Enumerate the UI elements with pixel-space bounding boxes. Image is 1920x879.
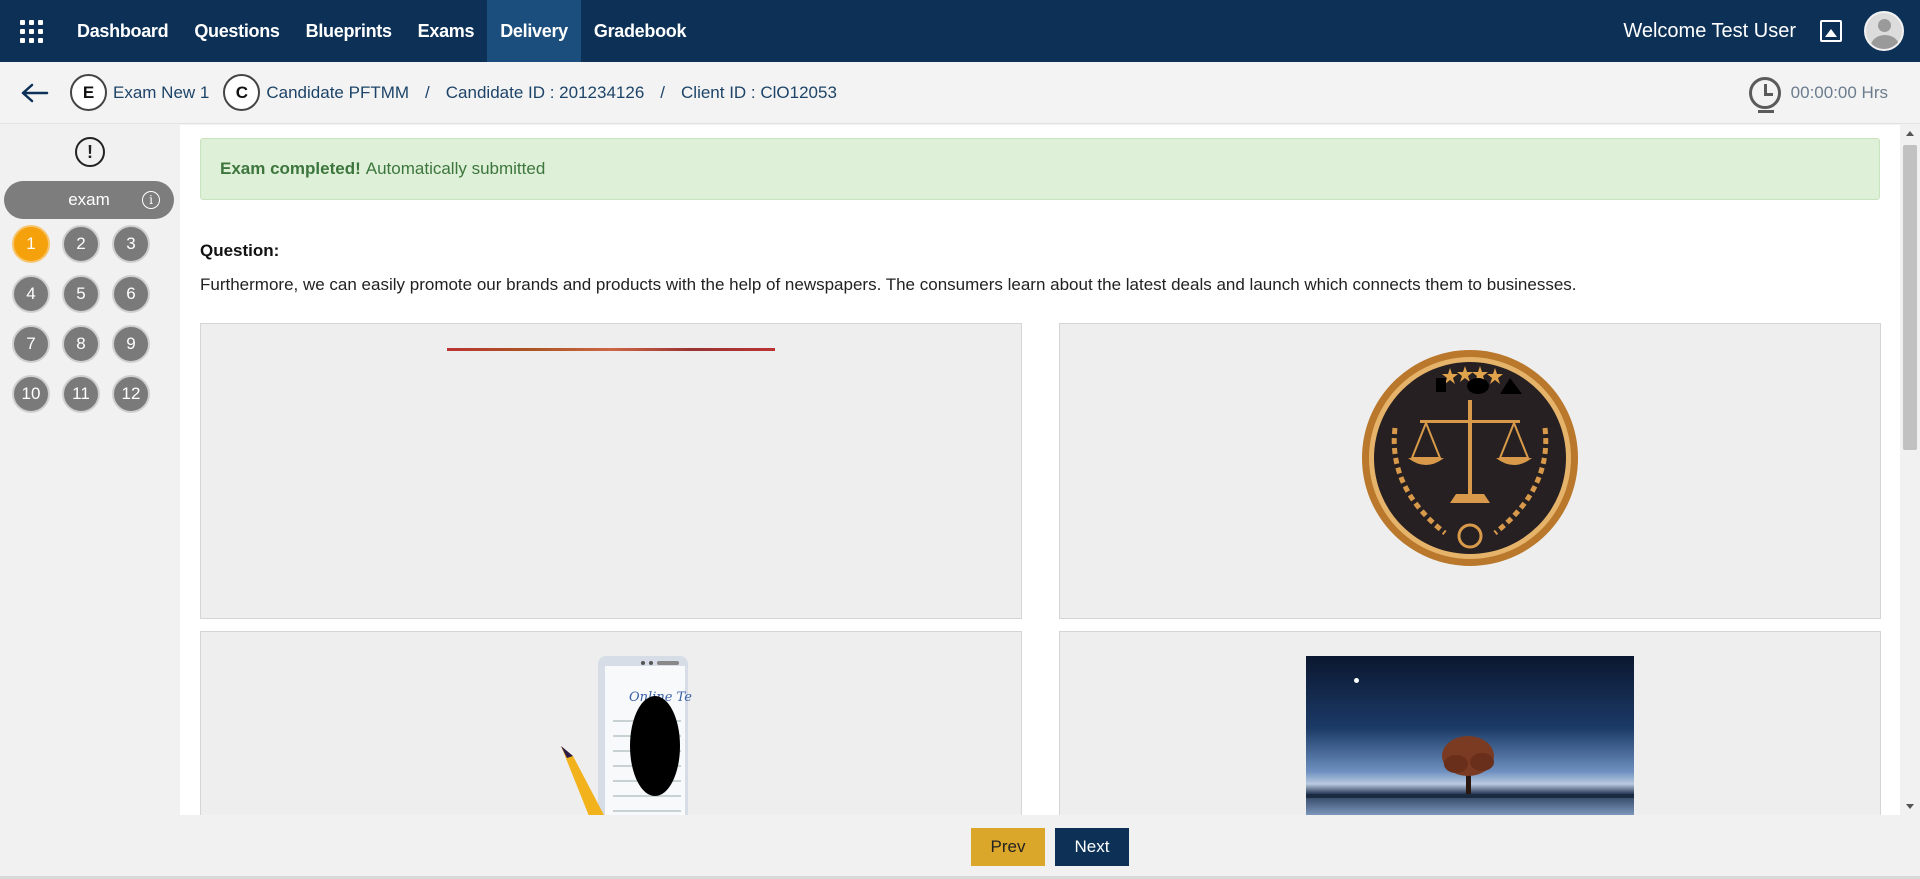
candidate-name[interactable]: Candidate PFTMM xyxy=(266,83,409,103)
question-button[interactable]: 9 xyxy=(112,325,150,363)
alert-message: Automatically submitted xyxy=(365,159,546,178)
exam-badge: E xyxy=(70,74,107,111)
info-icon[interactable]: i xyxy=(142,191,160,209)
nav-item-dashboard[interactable]: Dashboard xyxy=(64,0,181,62)
nav-item-blueprints[interactable]: Blueprints xyxy=(293,0,405,62)
question-button[interactable]: 3 xyxy=(112,225,150,263)
question-button[interactable]: 2 xyxy=(62,225,100,263)
nav-item-gradebook[interactable]: Gradebook xyxy=(581,0,699,62)
option-image-strip xyxy=(447,348,775,351)
scroll-down-icon[interactable] xyxy=(1906,804,1914,809)
next-button[interactable]: Next xyxy=(1055,828,1129,866)
question-button[interactable]: 5 xyxy=(62,275,100,313)
section-label: exam xyxy=(68,190,110,209)
question-button[interactable]: 8 xyxy=(62,325,100,363)
scroll-up-icon[interactable] xyxy=(1906,131,1914,136)
online-test-image: Online Te xyxy=(561,656,692,815)
timer-value: 00:00:00 Hrs xyxy=(1790,82,1888,102)
section-pill-exam[interactable]: exam i xyxy=(4,181,174,219)
candidate-badge: C xyxy=(223,74,261,111)
question-button[interactable]: 7 xyxy=(12,325,50,363)
question-button[interactable]: 1 xyxy=(12,225,50,263)
breadcrumb: E Exam New 1 C Candidate PFTMM / Candida… xyxy=(0,62,1920,124)
vertical-scrollbar[interactable] xyxy=(1900,125,1920,815)
user-avatar-icon[interactable] xyxy=(1864,11,1904,51)
image-icon[interactable] xyxy=(1820,20,1842,42)
answer-option-image-4[interactable] xyxy=(1059,631,1881,815)
question-navigator: ! exam i 1 2 3 4 5 6 7 8 9 10 11 12 xyxy=(0,125,180,815)
question-button[interactable]: 4 xyxy=(12,275,50,313)
question-button[interactable]: 12 xyxy=(112,375,150,413)
question-button[interactable]: 6 xyxy=(112,275,150,313)
breadcrumb-separator: / xyxy=(425,82,430,102)
question-button[interactable]: 11 xyxy=(62,375,100,413)
answer-option-image-2[interactable] xyxy=(1059,323,1881,619)
alert-title: Exam completed! xyxy=(220,159,361,178)
footer-bar: Prev Next xyxy=(0,815,1920,879)
exam-name[interactable]: Exam New 1 xyxy=(113,83,209,103)
prev-button[interactable]: Prev xyxy=(971,828,1045,866)
clock-icon xyxy=(1748,76,1781,113)
welcome-text: Welcome Test User xyxy=(1623,19,1796,42)
justice-seal-image xyxy=(1362,350,1578,566)
top-nav-bar: Dashboard Questions Blueprints Exams Del… xyxy=(0,0,1920,62)
alert-icon[interactable]: ! xyxy=(75,137,105,167)
answer-option-image-3[interactable]: Online Te xyxy=(200,631,1022,815)
candidate-id: Candidate ID : 201234126 xyxy=(445,82,645,102)
question-panel: Exam completed! Automatically submitted … xyxy=(180,125,1900,815)
exam-timer: 00:00:00 Hrs xyxy=(1748,76,1888,113)
nav-item-exams[interactable]: Exams xyxy=(405,0,488,62)
question-grid: 1 2 3 4 5 6 7 8 9 10 11 12 xyxy=(12,225,150,413)
client-id: Client ID : ClO12053 xyxy=(681,82,837,102)
question-text: Furthermore, we can easily promote our b… xyxy=(200,275,1577,294)
nav-item-questions[interactable]: Questions xyxy=(181,0,292,62)
main-nav: Dashboard Questions Blueprints Exams Del… xyxy=(64,0,699,62)
night-tree-image xyxy=(1306,656,1634,815)
apps-grid-icon[interactable] xyxy=(0,0,62,62)
back-arrow-icon[interactable] xyxy=(0,62,70,124)
scrollbar-thumb[interactable] xyxy=(1903,145,1917,450)
breadcrumb-separator: / xyxy=(660,82,666,102)
nav-item-delivery[interactable]: Delivery xyxy=(487,0,581,62)
exam-completed-alert: Exam completed! Automatically submitted xyxy=(200,138,1880,200)
answer-option-image-1[interactable] xyxy=(200,323,1022,619)
question-button[interactable]: 10 xyxy=(12,375,50,413)
question-label: Question: xyxy=(200,241,280,260)
